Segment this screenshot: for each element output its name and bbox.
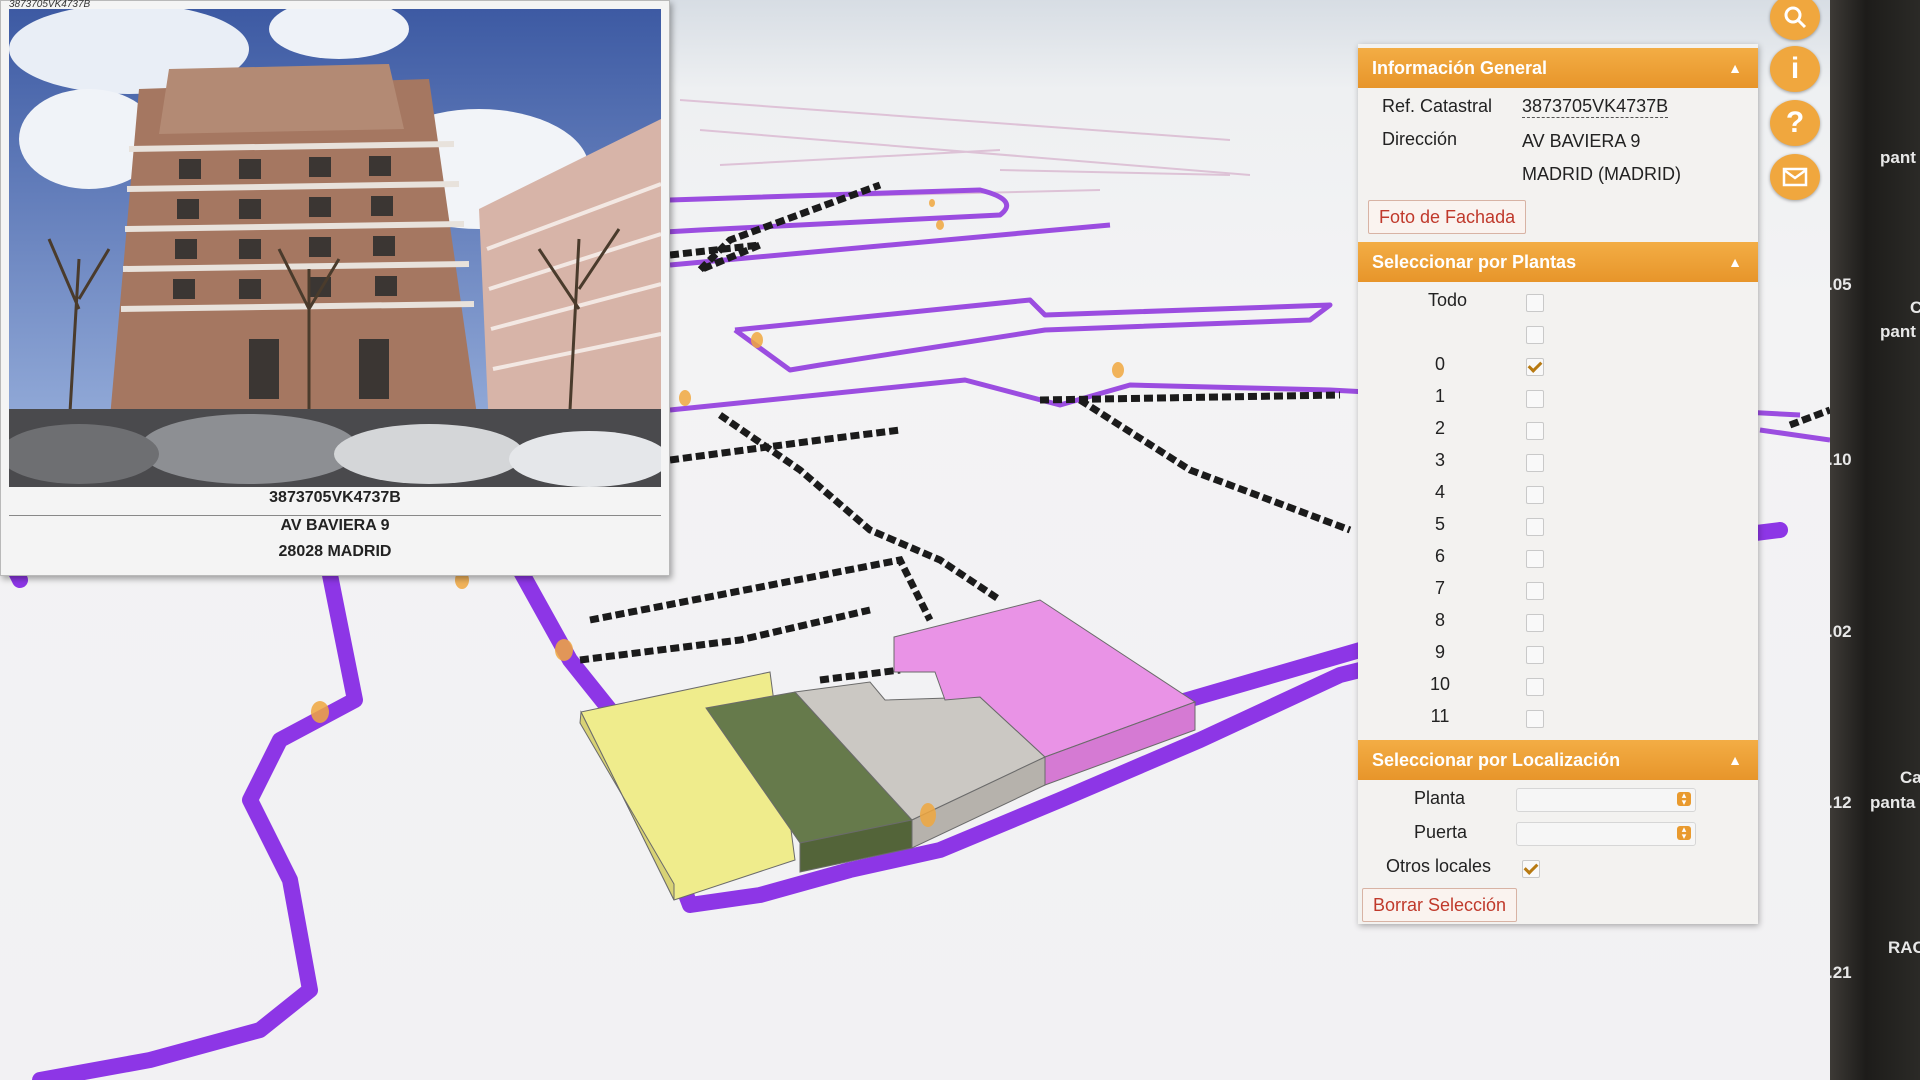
- planta-select[interactable]: ▴ ▾: [1516, 788, 1696, 812]
- select-arrows-icon: ▴ ▾: [1677, 825, 1691, 841]
- search-icon: [1784, 6, 1807, 29]
- collapse-arrow-icon[interactable]: ▲: [1728, 740, 1742, 780]
- floor-checkbox-1[interactable]: [1526, 390, 1544, 408]
- background-window-strip: pant .05 C pant .10 .02 Ca .12 panta RAC…: [1830, 0, 1920, 1080]
- floor-label-1: 1: [1434, 386, 1445, 406]
- floor-checkbox-7[interactable]: [1526, 582, 1544, 600]
- puerta-select[interactable]: ▴ ▾: [1516, 822, 1696, 846]
- mail-button[interactable]: [1770, 154, 1820, 200]
- strip-label: panta: [1870, 793, 1916, 812]
- strip-label: .05: [1830, 275, 1852, 294]
- localizacion-header[interactable]: Seleccionar por Localización ▲: [1358, 740, 1758, 780]
- popup-address-line2: 28028 MADRID: [278, 543, 392, 560]
- direccion-line2: MADRID (MADRID): [1522, 164, 1681, 184]
- strip-label: .12: [1830, 793, 1852, 812]
- facade-photo-popup[interactable]: 3873705VK4737B 3873705VK4737B AV BAVIERA…: [0, 0, 670, 576]
- borrar-seleccion-button[interactable]: Borrar Selección: [1362, 888, 1518, 922]
- help-button[interactable]: ?: [1770, 100, 1820, 146]
- floor-checkbox-6[interactable]: [1526, 550, 1544, 568]
- floor-label-9: 9: [1434, 642, 1445, 662]
- todo-label: Todo: [1428, 290, 1468, 310]
- help-icon: ?: [1785, 106, 1805, 139]
- select-arrows-icon: ▴ ▾: [1677, 791, 1691, 807]
- floor-label-5: 5: [1434, 514, 1445, 534]
- floor-checkbox-5[interactable]: [1526, 518, 1544, 536]
- strip-label: RAC: [1888, 938, 1920, 957]
- floor-label-2: 2: [1434, 418, 1445, 438]
- floor-label-11: 11: [1430, 706, 1450, 726]
- floor-label-4: 4: [1434, 482, 1445, 502]
- info-icon: i: [1790, 52, 1800, 85]
- floor-checkbox-9[interactable]: [1526, 646, 1544, 664]
- ref-catastral-value[interactable]: 3873705VK4737B: [1522, 96, 1669, 118]
- strip-label: C: [1910, 298, 1920, 317]
- strip-label: .10: [1830, 450, 1852, 469]
- info-general-title: Información General: [1372, 58, 1548, 78]
- ref-catastral-label: Ref. Catastral: [1382, 96, 1493, 116]
- todo-checkbox[interactable]: [1526, 294, 1544, 312]
- floor-label-6: 6: [1434, 546, 1445, 566]
- floor-checkbox-2[interactable]: [1526, 422, 1544, 440]
- plantas-header[interactable]: Seleccionar por Plantas ▲: [1358, 242, 1758, 282]
- strip-label: .02: [1830, 622, 1852, 641]
- info-button[interactable]: i: [1770, 46, 1820, 92]
- planta-label: Planta: [1414, 788, 1466, 808]
- floor-label-3: 3: [1434, 450, 1445, 470]
- popup-address-line1: AV BAVIERA 9: [280, 517, 390, 534]
- facade-photo: [9, 9, 661, 487]
- floor-label-0: 0: [1434, 354, 1445, 374]
- distant-parcels: [679, 99, 1251, 201]
- popup-ref: 3873705VK4737B: [269, 489, 401, 506]
- floor-checkbox-10[interactable]: [1526, 678, 1544, 696]
- strip-label: .21: [1830, 963, 1852, 982]
- localizacion-title: Seleccionar por Localización: [1372, 750, 1621, 770]
- floor-checkbox-0[interactable]: [1526, 358, 1544, 376]
- direccion-line1: AV BAVIERA 9: [1522, 131, 1641, 151]
- floor-checkbox-8[interactable]: [1526, 614, 1544, 632]
- foto-fachada-button[interactable]: Foto de Fachada: [1368, 200, 1527, 234]
- strip-label: Ca: [1900, 768, 1920, 787]
- information-panel[interactable]: Información General ▲ Ref. Catastral 387…: [1358, 44, 1758, 924]
- floor-checkbox-4[interactable]: [1526, 486, 1544, 504]
- caption-divider: [9, 515, 661, 516]
- collapse-arrow-icon[interactable]: ▲: [1728, 48, 1742, 88]
- blank-floor-checkbox[interactable]: [1526, 326, 1544, 344]
- info-general-header[interactable]: Información General ▲: [1358, 48, 1758, 88]
- collapse-arrow-icon[interactable]: ▲: [1728, 242, 1742, 282]
- direccion-label: Dirección: [1382, 129, 1458, 149]
- otros-locales-checkbox[interactable]: [1522, 860, 1540, 878]
- floor-checkbox-3[interactable]: [1526, 454, 1544, 472]
- strip-label: pant: [1880, 148, 1916, 167]
- floor-label-10: 10: [1429, 674, 1451, 694]
- strip-label: pant: [1880, 322, 1916, 341]
- plantas-title: Seleccionar por Plantas: [1372, 252, 1577, 272]
- floor-label-7: 7: [1434, 578, 1445, 598]
- puerta-label: Puerta: [1414, 822, 1468, 842]
- otros-locales-label: Otros locales: [1386, 856, 1492, 876]
- mail-icon: [1782, 167, 1808, 187]
- floor-label-8: 8: [1434, 610, 1445, 630]
- floor-checkbox-11[interactable]: [1526, 710, 1544, 728]
